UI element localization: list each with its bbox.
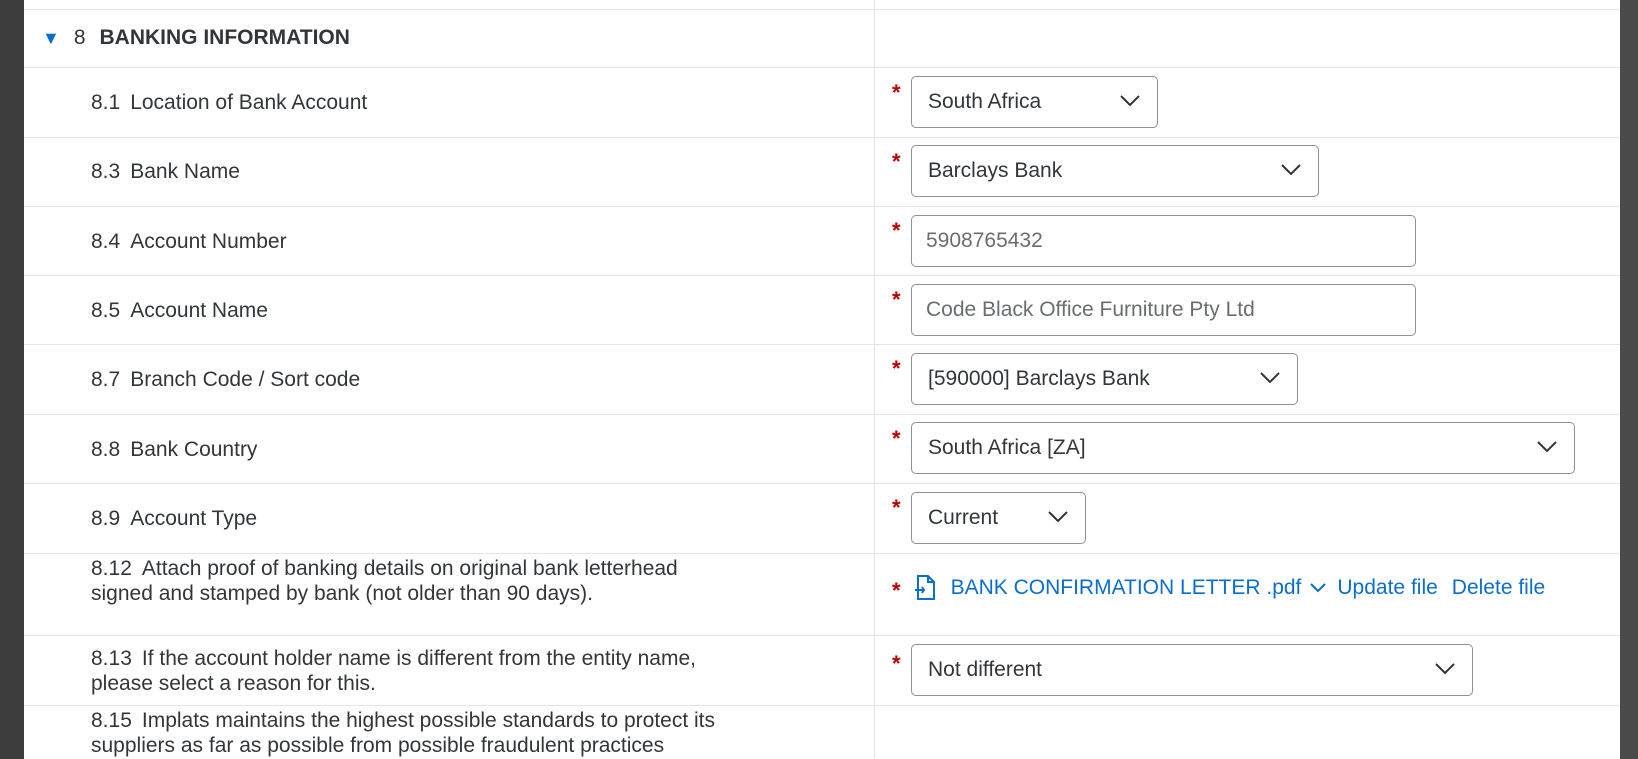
field-number: 8.9: [91, 507, 121, 530]
column-divider: [874, 0, 875, 759]
field-label-holder-name-reason: 8.13 If the account holder name is differ…: [91, 646, 731, 696]
delete-file-link[interactable]: Delete file: [1452, 576, 1545, 600]
field-label-branch-code: 8.7 Branch Code / Sort code: [91, 367, 360, 393]
account-number-input[interactable]: 5908765432: [911, 215, 1416, 267]
account-name-input[interactable]: Code Black Office Furniture Pty Ltd: [911, 284, 1416, 336]
field-text: Bank Name: [130, 160, 240, 183]
form-row: [24, 138, 1620, 207]
bank-name-select[interactable]: Barclays Bank: [911, 145, 1319, 197]
field-label-fraud-notice: 8.15 Implats maintains the highest possib…: [91, 708, 731, 758]
branch-code-select-value: [590000] Barclays Bank: [928, 367, 1150, 390]
field-label-account-name: 8.5 Account Name: [91, 298, 268, 324]
field-text: Implats maintains the highest possible s…: [91, 709, 716, 757]
field-number: 8.7: [91, 368, 121, 391]
chevron-down-icon: [1260, 372, 1280, 384]
branch-code-select[interactable]: [590000] Barclays Bank: [911, 353, 1298, 405]
required-marker: *: [892, 80, 901, 105]
field-text: Account Name: [130, 299, 268, 322]
chevron-down-icon: [1281, 164, 1301, 176]
field-number: 8.15: [91, 709, 132, 732]
field-label-account-number: 8.4 Account Number: [91, 229, 287, 255]
field-label-location: 8.1 Location of Bank Account: [91, 90, 367, 116]
attachment-row: * BANK CONFIRMATION LETTER .pdf Update f…: [892, 572, 1559, 604]
field-number: 8.4: [91, 230, 121, 253]
field-text: Attach proof of banking details on origi…: [91, 557, 678, 605]
section-header-banking[interactable]: ▼ 8 BANKING INFORMATION: [42, 26, 350, 50]
account-type-select[interactable]: Current: [911, 492, 1086, 544]
account-number-value: 5908765432: [926, 229, 1043, 252]
field-text: Account Type: [130, 507, 258, 530]
field-label-proof-of-banking: 8.12 Attach proof of banking details on o…: [91, 556, 731, 606]
top-row-border: [24, 0, 1620, 10]
bank-name-select-value: Barclays Bank: [928, 159, 1063, 182]
required-marker: *: [892, 495, 901, 520]
field-label-account-type: 8.9 Account Type: [91, 506, 257, 532]
chevron-down-icon[interactable]: [1309, 582, 1327, 594]
required-marker: *: [892, 149, 901, 174]
pdf-file-icon: [914, 575, 935, 600]
field-number: 8.12: [91, 557, 132, 580]
field-number: 8.8: [91, 438, 121, 461]
right-edge-bar: [1620, 0, 1638, 759]
field-label-bank-name: 8.3 Bank Name: [91, 159, 240, 185]
chevron-down-icon: [1120, 95, 1140, 107]
field-number: 8.3: [91, 160, 121, 183]
required-marker: *: [892, 287, 901, 312]
required-marker: *: [892, 426, 901, 451]
required-marker: *: [892, 651, 901, 676]
location-select[interactable]: South Africa: [911, 76, 1158, 128]
account-name-value: Code Black Office Furniture Pty Ltd: [926, 298, 1255, 321]
required-marker: *: [892, 218, 901, 243]
chevron-down-icon: [1435, 663, 1455, 675]
field-text: Bank Country: [130, 438, 258, 461]
field-label-bank-country: 8.8 Bank Country: [91, 437, 257, 463]
section-number: 8: [73, 26, 86, 49]
location-select-value: South Africa: [928, 90, 1042, 113]
field-text: If the account holder name is different …: [91, 647, 696, 695]
bank-country-select[interactable]: South Africa [ZA]: [911, 422, 1575, 474]
section-title: BANKING INFORMATION: [99, 26, 350, 49]
field-text: Location of Bank Account: [130, 91, 368, 114]
bank-country-select-value: South Africa [ZA]: [928, 436, 1086, 459]
update-file-link[interactable]: Update file: [1337, 576, 1437, 600]
account-type-select-value: Current: [928, 506, 999, 529]
form-row: [24, 484, 1620, 554]
required-marker: *: [892, 578, 901, 603]
field-text: Branch Code / Sort code: [130, 368, 361, 391]
field-number: 8.5: [91, 299, 121, 322]
attachment-file-link[interactable]: BANK CONFIRMATION LETTER .pdf: [951, 576, 1302, 600]
holder-name-reason-select[interactable]: Not different: [911, 644, 1473, 696]
required-marker: *: [892, 356, 901, 381]
chevron-down-icon: [1537, 441, 1557, 453]
field-text: Account Number: [130, 230, 287, 253]
triangle-down-icon[interactable]: ▼: [42, 28, 60, 49]
holder-name-reason-select-value: Not different: [928, 658, 1043, 681]
field-number: 8.1: [91, 91, 121, 114]
chevron-down-icon: [1048, 511, 1068, 523]
form-page: ▼ 8 BANKING INFORMATION 8.1 Location of B…: [24, 0, 1620, 759]
field-number: 8.13: [91, 647, 132, 670]
